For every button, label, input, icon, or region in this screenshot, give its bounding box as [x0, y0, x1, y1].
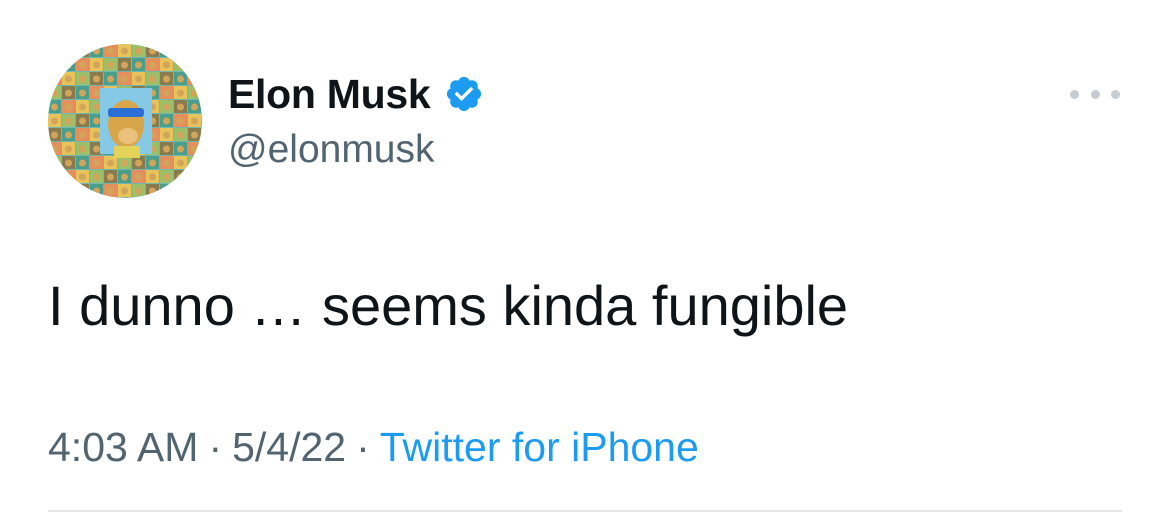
display-name[interactable]: Elon Musk — [228, 71, 431, 118]
tweet-text: I dunno … seems kinda fungible — [48, 274, 849, 337]
more-options-icon — [1090, 89, 1100, 99]
avatar[interactable] — [48, 44, 202, 198]
tweet-meta: 4:03 AM · 5/4/22 · Twitter for iPhone — [48, 422, 699, 472]
more-options-icon — [1070, 89, 1079, 99]
tweet: Elon Musk @elonmusk I dunno … seems kind… — [0, 0, 1170, 523]
handle[interactable]: @elonmusk — [228, 128, 484, 172]
meta-separator: · — [356, 424, 370, 470]
meta-separator: · — [208, 424, 223, 470]
divider — [48, 510, 1122, 512]
name-row: Elon Musk — [228, 68, 484, 120]
tweet-time[interactable]: 4:03 AM — [48, 424, 198, 470]
tweet-source-link[interactable]: Twitter for iPhone — [380, 424, 699, 470]
author-block: Elon Musk @elonmusk — [228, 68, 484, 172]
tweet-date[interactable]: 5/4/22 — [232, 424, 346, 470]
more-options-icon — [1111, 89, 1120, 99]
verified-badge-icon — [444, 74, 484, 114]
more-options-button[interactable] — [1070, 82, 1120, 106]
nft-ape-avatar-icon — [48, 44, 202, 198]
